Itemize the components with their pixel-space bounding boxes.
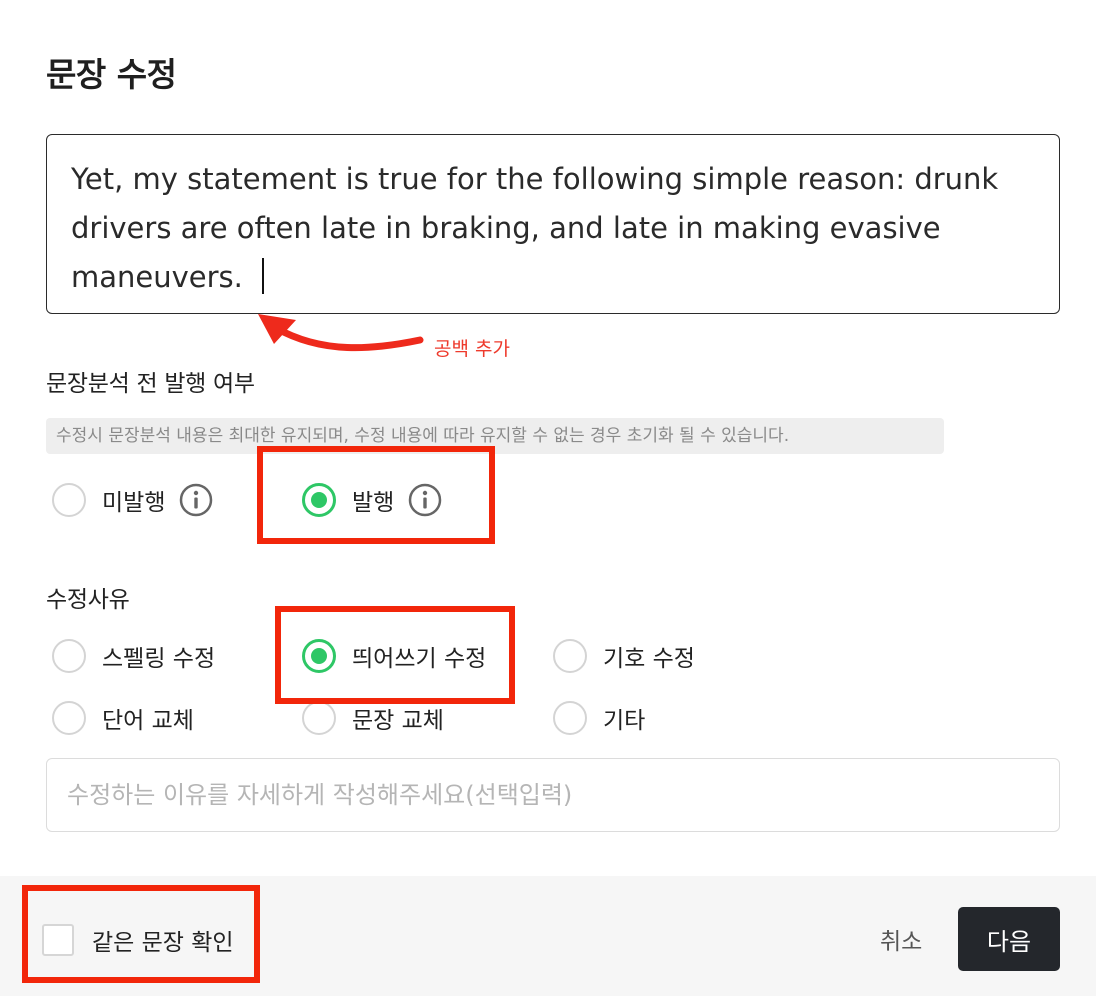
reason-section-label: 수정사유 xyxy=(46,587,130,613)
text-cursor xyxy=(262,258,265,294)
publish-section-label: 문장분석 전 발행 여부 xyxy=(46,371,255,397)
radio-other[interactable]: 기타 xyxy=(553,698,645,738)
annotation-arrow-icon xyxy=(258,314,424,352)
info-icon[interactable] xyxy=(179,483,213,517)
cancel-button[interactable]: 취소 xyxy=(880,922,922,956)
radio-word-replace-label: 단어 교체 xyxy=(102,708,194,734)
radio-spelling-fix[interactable]: 스펠링 수정 xyxy=(52,636,215,676)
sentence-textarea[interactable]: Yet, my statement is true for the follow… xyxy=(46,134,1060,314)
radio-unpublished[interactable]: 미발행 xyxy=(52,480,213,520)
highlight-box-same-sentence xyxy=(22,885,260,983)
radio-sentence-replace[interactable]: 문장 교체 xyxy=(302,698,444,738)
highlight-box-publish xyxy=(257,446,495,544)
highlight-box-spacing xyxy=(275,606,515,704)
annotation-label: 공백 추가 xyxy=(434,338,510,360)
radio-sentence-replace-circle[interactable] xyxy=(302,701,336,735)
radio-other-label: 기타 xyxy=(603,708,646,734)
edit-sentence-dialog: 문장 수정 Yet, my statement is true for the … xyxy=(0,0,1096,996)
radio-unpublished-circle[interactable] xyxy=(52,483,86,517)
radio-word-replace-circle[interactable] xyxy=(52,701,86,735)
radio-other-circle[interactable] xyxy=(553,701,587,735)
publish-notice: 수정시 문장분석 내용은 최대한 유지되며, 수정 내용에 따라 유지할 수 없… xyxy=(46,418,944,454)
radio-sentence-replace-label: 문장 교체 xyxy=(352,708,444,734)
radio-symbol-fix-circle[interactable] xyxy=(553,639,587,673)
radio-word-replace[interactable]: 단어 교체 xyxy=(52,698,194,738)
sentence-text: Yet, my statement is true for the follow… xyxy=(71,162,999,294)
radio-symbol-fix-label: 기호 수정 xyxy=(603,646,695,672)
next-button[interactable]: 다음 xyxy=(958,907,1060,971)
radio-symbol-fix[interactable]: 기호 수정 xyxy=(553,636,695,676)
dialog-title: 문장 수정 xyxy=(46,55,177,94)
radio-unpublished-label: 미발행 xyxy=(102,490,166,516)
radio-spelling-fix-circle[interactable] xyxy=(52,639,86,673)
radio-spelling-fix-label: 스펠링 수정 xyxy=(102,646,216,672)
reason-input[interactable] xyxy=(46,758,1060,832)
